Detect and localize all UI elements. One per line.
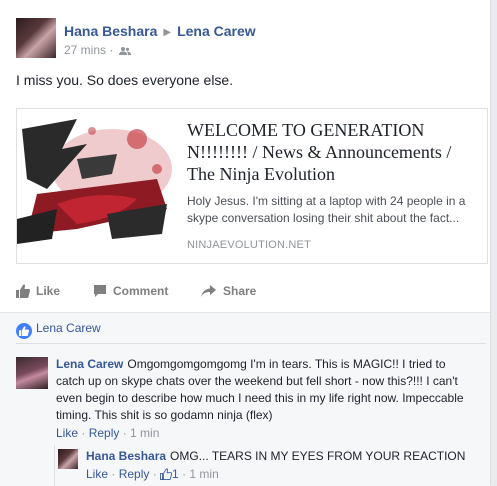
- thumbs-up-outline-icon: [160, 468, 173, 480]
- divider: [16, 343, 486, 344]
- thumbs-up-icon: [16, 284, 30, 298]
- reply-avatar[interactable]: [58, 449, 78, 469]
- comment-label: Comment: [113, 284, 169, 298]
- reply-author[interactable]: Hana Besharа: [86, 449, 166, 463]
- share-label: Share: [223, 284, 257, 298]
- reply-like-link[interactable]: Like: [86, 467, 108, 481]
- link-title[interactable]: WELCOME TO GENERATION N!!!!!!!! / News &…: [187, 119, 477, 185]
- reply-text: OMG... TEARS IN MY EYES FROM YOUR REACTI…: [170, 449, 466, 463]
- comment-author[interactable]: Lena Carew: [56, 357, 123, 371]
- reply-time[interactable]: 1 min: [189, 467, 218, 481]
- share-button[interactable]: Share: [201, 284, 256, 298]
- post-text: I miss you. So does everyone else.: [16, 72, 234, 88]
- friends-icon[interactable]: [117, 43, 131, 57]
- author-name[interactable]: Hana Besharа: [64, 23, 157, 39]
- comment-icon: [94, 285, 106, 297]
- reply-reply-link[interactable]: Reply: [119, 467, 150, 481]
- comments-section: Lena Carew Lena Carew Omgomgomgomgomg I'm…: [0, 312, 490, 486]
- reply-meta: Like · Reply · 1 · 1 min: [86, 467, 219, 481]
- comment-reply-link[interactable]: Reply: [89, 426, 120, 440]
- link-thumbnail[interactable]: [17, 109, 175, 263]
- comment-button[interactable]: Comment: [93, 284, 168, 298]
- link-domain: NINJAEVOLUTION.NET: [187, 239, 312, 251]
- arrow-right-icon: ▶: [163, 27, 172, 38]
- post-time[interactable]: 27 mins: [64, 43, 106, 57]
- link-body[interactable]: WELCOME TO GENERATION N!!!!!!!! / News &…: [187, 119, 477, 251]
- link-description: Holy Jesus. I'm sitting at a laptop with…: [187, 194, 466, 225]
- post-card: Hana Besharа ▶ Lena Carew 27 mins · I miss…: [0, 0, 491, 486]
- comment-meta: Like · Reply · 1 min: [56, 426, 160, 440]
- action-bar: Like Comment Share: [16, 280, 486, 306]
- comment-like-link[interactable]: Like: [56, 426, 78, 440]
- reply-like-count[interactable]: 1: [160, 467, 179, 481]
- reply-body: Hana Besharа OMG... TEARS IN MY EYES FROM…: [86, 448, 465, 465]
- like-badge-icon: [16, 323, 32, 339]
- comment-time[interactable]: 1 min: [130, 426, 159, 440]
- share-icon: [201, 285, 216, 297]
- like-button[interactable]: Like: [16, 284, 60, 298]
- reply-thread-line: [54, 445, 55, 486]
- link-preview[interactable]: WELCOME TO GENERATION N!!!!!!!! / News &…: [16, 108, 488, 264]
- author-avatar[interactable]: [16, 18, 56, 58]
- post-meta: 27 mins ·: [64, 43, 131, 57]
- like-label: Like: [36, 284, 61, 298]
- post-header: Hana Besharа ▶ Lena Carew: [64, 23, 256, 39]
- likes-names[interactable]: Lena Carew: [36, 321, 101, 335]
- target-name[interactable]: Lena Carew: [177, 23, 256, 39]
- likes-summary[interactable]: Lena Carew: [16, 321, 101, 339]
- commenter-avatar[interactable]: [16, 357, 48, 389]
- comment-body: Lena Carew Omgomgomgomgomg I'm in tears. …: [56, 356, 476, 424]
